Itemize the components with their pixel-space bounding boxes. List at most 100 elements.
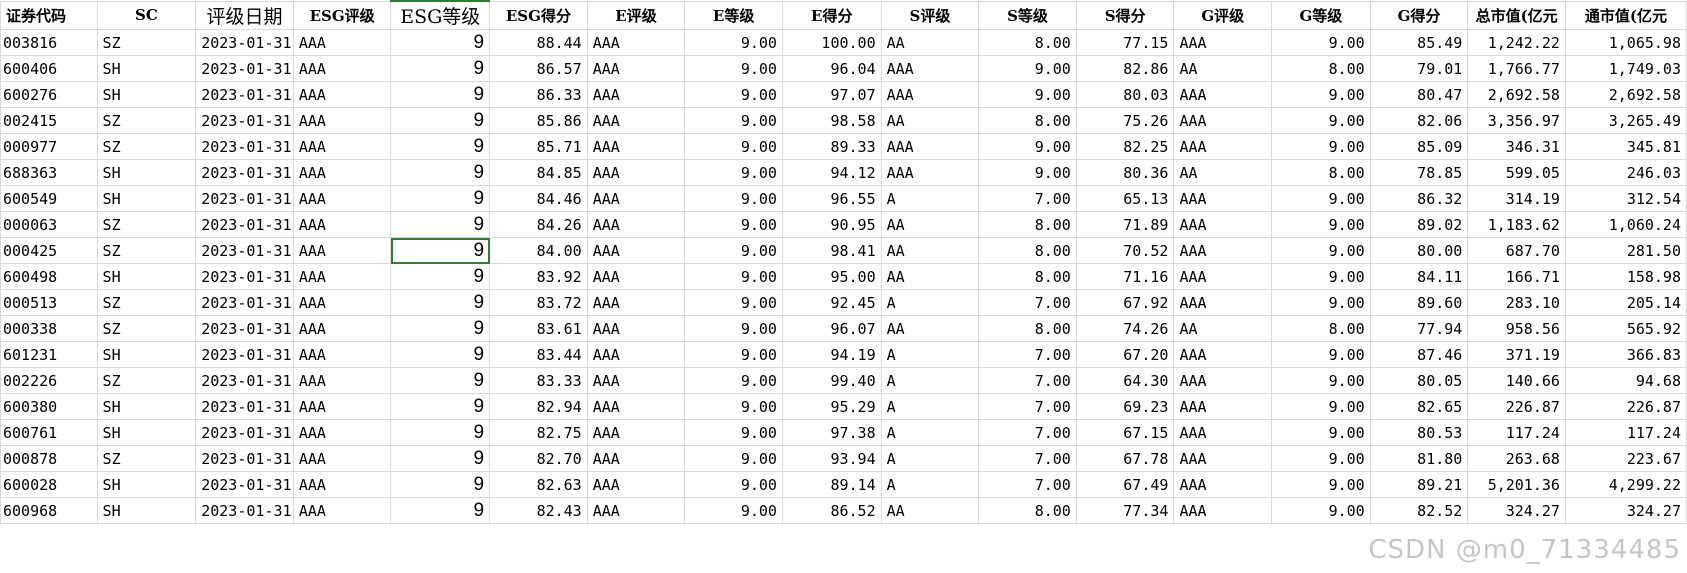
cell-g-grade[interactable]: 9.00 — [1271, 393, 1371, 420]
cell-rating-date[interactable]: 2023-01-31 — [195, 159, 294, 186]
cell-esg-score[interactable]: 85.71 — [489, 133, 588, 160]
cell-rating-date[interactable]: 2023-01-31 — [195, 237, 294, 264]
cell-float-market-cap[interactable]: 565.92 — [1564, 315, 1687, 342]
cell-e-grade[interactable]: 9.00 — [684, 81, 783, 108]
cell-e-grade[interactable]: 9.00 — [684, 497, 783, 524]
cell-g-score[interactable]: 82.52 — [1369, 497, 1469, 524]
cell-esg-grade[interactable]: 9 — [390, 341, 491, 368]
cell-g-score[interactable]: 89.21 — [1369, 471, 1469, 498]
cell-security-code[interactable]: 002226 — [0, 367, 98, 394]
cell-g-score[interactable]: 80.47 — [1369, 81, 1469, 108]
cell-float-market-cap[interactable]: 1,749.03 — [1564, 55, 1687, 82]
cell-security-code[interactable]: 000977 — [0, 133, 98, 160]
cell-e-grade[interactable]: 9.00 — [684, 471, 783, 498]
cell-esg-grade[interactable]: 9 — [390, 393, 491, 420]
cell-g-grade[interactable]: 9.00 — [1271, 445, 1371, 472]
cell-rating-date[interactable]: 2023-01-31 — [195, 315, 294, 342]
cell-rating-date[interactable]: 2023-01-31 — [195, 393, 294, 420]
cell-s-grade[interactable]: 8.00 — [978, 263, 1077, 290]
cell-sc[interactable]: SZ — [96, 237, 197, 264]
cell-esg-rating[interactable]: AAA — [292, 159, 392, 186]
cell-total-market-cap[interactable]: 3,356.97 — [1467, 107, 1566, 134]
cell-g-grade[interactable]: 9.00 — [1271, 367, 1371, 394]
cell-e-rating[interactable]: AAA — [586, 81, 686, 108]
cell-esg-rating[interactable]: AAA — [292, 55, 392, 82]
header-g-score[interactable]: G得分 — [1369, 0, 1469, 30]
cell-security-code[interactable]: 601231 — [0, 341, 98, 368]
cell-g-rating[interactable]: AAA — [1173, 497, 1273, 524]
cell-esg-grade[interactable]: 9 — [390, 133, 491, 160]
cell-security-code[interactable]: 600276 — [0, 81, 98, 108]
cell-s-score[interactable]: 74.26 — [1075, 315, 1175, 342]
cell-e-grade[interactable]: 9.00 — [684, 445, 783, 472]
cell-s-grade[interactable]: 7.00 — [978, 185, 1077, 212]
cell-g-rating[interactable]: AAA — [1173, 263, 1273, 290]
cell-g-grade[interactable]: 8.00 — [1271, 159, 1371, 186]
cell-g-grade[interactable]: 9.00 — [1271, 419, 1371, 446]
cell-s-rating[interactable]: AA — [880, 107, 980, 134]
cell-e-grade[interactable]: 9.00 — [684, 159, 783, 186]
cell-e-score[interactable]: 99.40 — [781, 367, 882, 394]
cell-sc[interactable]: SH — [96, 497, 197, 524]
cell-esg-rating[interactable]: AAA — [292, 341, 392, 368]
cell-esg-rating[interactable]: AAA — [292, 289, 392, 316]
cell-esg-rating[interactable]: AAA — [292, 367, 392, 394]
cell-e-grade[interactable]: 9.00 — [684, 341, 783, 368]
cell-e-rating[interactable]: AAA — [586, 445, 686, 472]
cell-e-grade[interactable]: 9.00 — [684, 393, 783, 420]
cell-esg-rating[interactable]: AAA — [292, 107, 392, 134]
cell-e-score[interactable]: 95.00 — [781, 263, 882, 290]
cell-s-grade[interactable]: 7.00 — [978, 367, 1077, 394]
cell-esg-score[interactable]: 84.26 — [489, 211, 588, 238]
cell-e-grade[interactable]: 9.00 — [684, 367, 783, 394]
cell-esg-score[interactable]: 86.33 — [489, 81, 588, 108]
cell-esg-rating[interactable]: AAA — [292, 315, 392, 342]
cell-rating-date[interactable]: 2023-01-31 — [195, 341, 294, 368]
cell-float-market-cap[interactable]: 2,692.58 — [1564, 81, 1687, 108]
cell-total-market-cap[interactable]: 140.66 — [1467, 367, 1566, 394]
cell-s-score[interactable]: 82.25 — [1075, 133, 1175, 160]
cell-e-grade[interactable]: 9.00 — [684, 133, 783, 160]
cell-g-grade[interactable]: 9.00 — [1271, 185, 1371, 212]
cell-e-rating[interactable]: AAA — [586, 29, 686, 56]
cell-esg-rating[interactable]: AAA — [292, 81, 392, 108]
cell-s-rating[interactable]: AAA — [880, 81, 980, 108]
cell-e-rating[interactable]: AAA — [586, 185, 686, 212]
cell-sc[interactable]: SH — [96, 393, 197, 420]
cell-esg-grade[interactable]: 9 — [390, 263, 491, 290]
header-esg-rating[interactable]: ESG评级 — [292, 0, 392, 30]
cell-security-code[interactable]: 600380 — [0, 393, 98, 420]
cell-s-score[interactable]: 80.03 — [1075, 81, 1175, 108]
cell-e-grade[interactable]: 9.00 — [684, 289, 783, 316]
cell-rating-date[interactable]: 2023-01-31 — [195, 367, 294, 394]
cell-s-score[interactable]: 77.34 — [1075, 497, 1175, 524]
header-sc[interactable]: SC — [96, 0, 197, 30]
cell-s-grade[interactable]: 8.00 — [978, 29, 1077, 56]
cell-float-market-cap[interactable]: 1,065.98 — [1564, 29, 1687, 56]
cell-e-grade[interactable]: 9.00 — [684, 107, 783, 134]
cell-g-grade[interactable]: 9.00 — [1271, 237, 1371, 264]
cell-float-market-cap[interactable]: 223.67 — [1564, 445, 1687, 472]
cell-e-rating[interactable]: AAA — [586, 393, 686, 420]
cell-sc[interactable]: SH — [96, 471, 197, 498]
cell-s-rating[interactable]: A — [880, 393, 980, 420]
cell-e-grade[interactable]: 9.00 — [684, 211, 783, 238]
cell-e-score[interactable]: 97.38 — [781, 419, 882, 446]
cell-total-market-cap[interactable]: 5,201.36 — [1467, 471, 1566, 498]
cell-s-score[interactable]: 67.49 — [1075, 471, 1175, 498]
header-e-grade[interactable]: E等级 — [684, 0, 783, 30]
cell-security-code[interactable]: 600549 — [0, 185, 98, 212]
cell-s-grade[interactable]: 8.00 — [978, 211, 1077, 238]
cell-s-grade[interactable]: 7.00 — [978, 341, 1077, 368]
cell-e-score[interactable]: 89.33 — [781, 133, 882, 160]
cell-float-market-cap[interactable]: 94.68 — [1564, 367, 1687, 394]
cell-rating-date[interactable]: 2023-01-31 — [195, 289, 294, 316]
cell-g-grade[interactable]: 8.00 — [1271, 315, 1371, 342]
cell-g-score[interactable]: 85.09 — [1369, 133, 1469, 160]
cell-sc[interactable]: SZ — [96, 29, 197, 56]
cell-e-score[interactable]: 95.29 — [781, 393, 882, 420]
cell-e-score[interactable]: 96.04 — [781, 55, 882, 82]
cell-e-score[interactable]: 89.14 — [781, 471, 882, 498]
cell-esg-grade[interactable]: 9 — [390, 367, 491, 394]
cell-total-market-cap[interactable]: 687.70 — [1467, 237, 1566, 264]
